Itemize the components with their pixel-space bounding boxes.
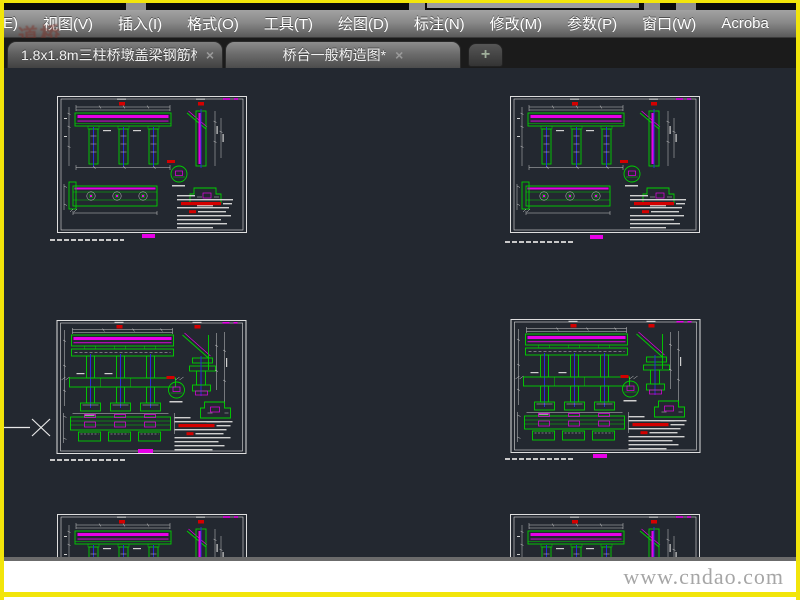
tab-label: 桥台一般构造图* <box>282 47 387 63</box>
titlebar-fragment <box>409 3 425 10</box>
menu-format[interactable]: 格式(O) <box>187 13 239 34</box>
menu-bar: 道桥 (E) 视图(V) 插入(I) 格式(O) 工具(T) 绘图(D) 标注(… <box>0 10 796 49</box>
menu-draw[interactable]: 绘图(D) <box>338 13 389 34</box>
titlebar-fragment <box>644 3 660 10</box>
application-window: 道桥 (E) 视图(V) 插入(I) 格式(O) 工具(T) 绘图(D) 标注(… <box>0 0 800 600</box>
titlebar-fragment <box>676 3 696 10</box>
menu-dimension[interactable]: 标注(N) <box>414 13 465 34</box>
footer-band: www.cndao.com <box>4 561 796 592</box>
tab-document-1[interactable]: 1.8x1.8m三柱桥墩盖梁钢筋构造图* × <box>7 41 223 68</box>
model-space-canvas[interactable] <box>4 68 796 557</box>
site-watermark: www.cndao.com <box>623 564 784 589</box>
close-icon[interactable]: × <box>206 48 214 62</box>
menu-modify[interactable]: 修改(M) <box>490 13 543 34</box>
new-tab-button[interactable]: + <box>468 43 503 67</box>
frame-border <box>0 0 800 3</box>
titlebar-remnant <box>4 3 796 10</box>
menu-window[interactable]: 窗口(W) <box>642 13 696 34</box>
frame-border <box>796 0 800 600</box>
menu-parametric[interactable]: 参数(P) <box>567 13 617 34</box>
close-icon[interactable]: × <box>395 48 403 62</box>
menu-tools[interactable]: 工具(T) <box>264 13 313 34</box>
menu-insert[interactable]: 插入(I) <box>118 13 162 34</box>
frame-border <box>0 0 4 600</box>
tab-document-2[interactable]: 桥台一般构造图* × <box>225 41 461 68</box>
crosshair-cursor <box>4 418 51 437</box>
document-tab-bar: 1.8x1.8m三柱桥墩盖梁钢筋构造图* × 桥台一般构造图* × + <box>4 38 796 68</box>
menu-acrobat[interactable]: Acroba <box>721 15 769 32</box>
tab-label: 1.8x1.8m三柱桥墩盖梁钢筋构造图* <box>21 47 197 63</box>
titlebar-fragment <box>427 3 639 8</box>
menu-view[interactable]: 视图(V) <box>43 13 93 34</box>
titlebar-fragment <box>126 3 146 10</box>
